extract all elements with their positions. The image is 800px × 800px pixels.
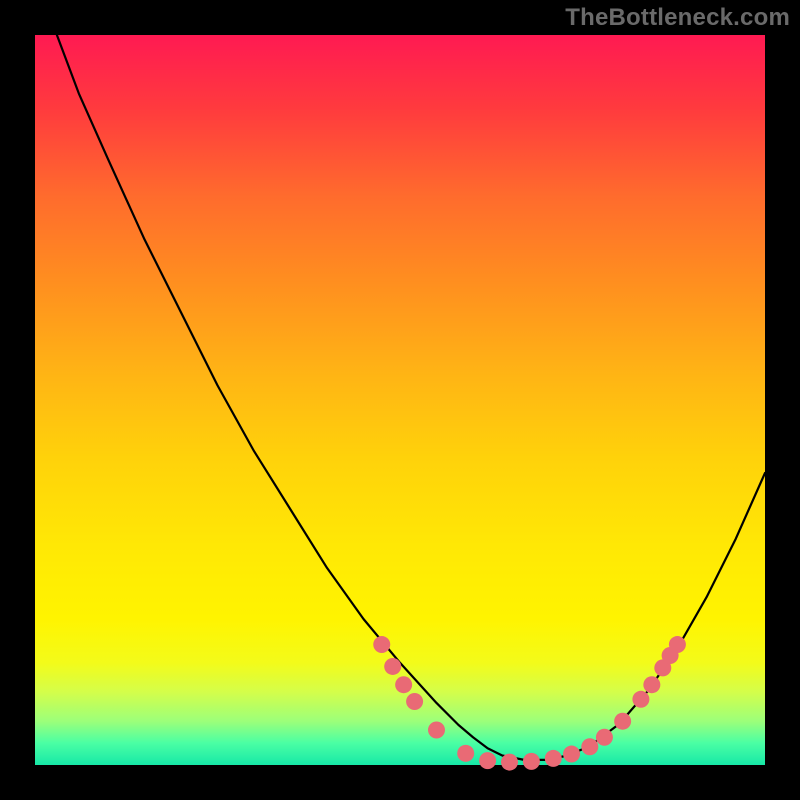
data-marker [384, 658, 401, 675]
data-marker [669, 636, 686, 653]
data-marker [479, 752, 496, 769]
data-marker [563, 746, 580, 763]
data-marker [632, 691, 649, 708]
data-marker [457, 745, 474, 762]
bottleneck-chart [0, 0, 800, 800]
data-marker [428, 721, 445, 738]
data-marker [395, 676, 412, 693]
gradient-background [35, 35, 765, 765]
data-marker [406, 693, 423, 710]
data-marker [545, 750, 562, 767]
data-marker [643, 676, 660, 693]
chart-frame: TheBottleneck.com [0, 0, 800, 800]
data-marker [614, 713, 631, 730]
data-marker [596, 729, 613, 746]
data-marker [373, 636, 390, 653]
data-marker [501, 754, 518, 771]
data-marker [523, 753, 540, 770]
data-marker [581, 738, 598, 755]
